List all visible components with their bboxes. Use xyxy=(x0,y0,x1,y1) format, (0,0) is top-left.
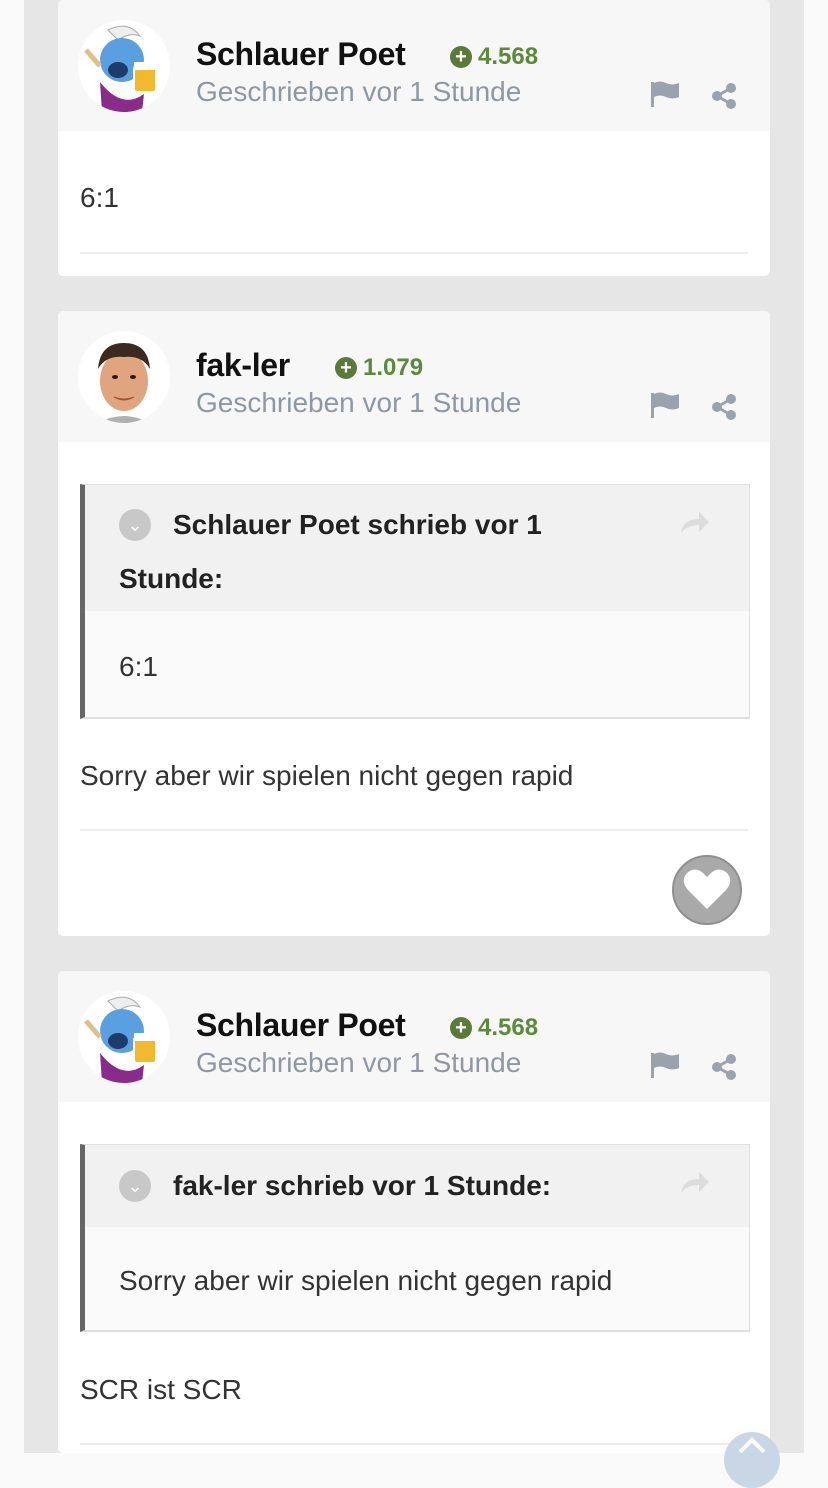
flag-icon[interactable] xyxy=(650,1051,680,1079)
share-arrow-icon[interactable] xyxy=(679,509,711,535)
plus-circle-icon: + xyxy=(335,357,357,379)
quote-text: Sorry aber wir spielen nicht gegen rapid xyxy=(119,1265,613,1296)
post-date[interactable]: Geschrieben vor 1 Stunde xyxy=(196,76,521,108)
post-date[interactable]: Geschrieben vor 1 Stunde xyxy=(196,387,521,419)
chevron-up-icon xyxy=(738,1437,766,1454)
flag-icon[interactable] xyxy=(650,391,680,419)
post-header: fak-ler + 1.079 Geschrieben vor 1 Stunde xyxy=(58,311,770,442)
quote-header: ⌄ fak-ler schrieb vor 1 Stunde: xyxy=(85,1145,749,1227)
plus-circle-icon: + xyxy=(450,1017,472,1039)
flag-icon[interactable] xyxy=(650,80,680,108)
quote-block: ⌄ fak-ler schrieb vor 1 Stunde: Sorry ab… xyxy=(80,1144,750,1332)
reputation-badge: + 1.079 xyxy=(335,354,423,382)
share-icon[interactable] xyxy=(710,1053,738,1081)
post-date[interactable]: Geschrieben vor 1 Stunde xyxy=(196,1047,521,1079)
author-name[interactable]: Schlauer Poet xyxy=(196,36,406,73)
avatar-smurf[interactable] xyxy=(78,20,170,112)
post-1: Schlauer Poet + 4.568 Geschrieben vor 1 … xyxy=(58,0,770,276)
post-divider xyxy=(80,1443,748,1445)
post-content: Sorry aber wir spielen nicht gegen rapid xyxy=(80,760,574,791)
avatar-smurf[interactable] xyxy=(78,991,170,1083)
quote-title[interactable]: fak-ler schrieb vor 1 Stunde: xyxy=(173,1158,551,1214)
post-divider xyxy=(80,252,748,254)
share-arrow-icon[interactable] xyxy=(679,1169,711,1195)
quote-title-continued[interactable]: Stunde: xyxy=(119,551,223,607)
author-name[interactable]: fak-ler xyxy=(196,347,290,384)
post-2: fak-ler + 1.079 Geschrieben vor 1 Stunde… xyxy=(58,311,770,936)
post-divider xyxy=(80,829,748,831)
like-button[interactable] xyxy=(672,855,742,925)
avatar-photo[interactable] xyxy=(78,331,170,423)
chevron-down-icon[interactable]: ⌄ xyxy=(119,509,151,541)
post-content: 6:1 xyxy=(80,182,119,213)
quote-block: ⌄ Schlauer Poet schrieb vor 1 Stunde: 6:… xyxy=(80,484,750,719)
post-header: Schlauer Poet + 4.568 Geschrieben vor 1 … xyxy=(58,971,770,1102)
quote-text: 6:1 xyxy=(119,651,158,682)
quote-title[interactable]: Schlauer Poet schrieb vor 1 xyxy=(173,497,542,553)
post-content: SCR ist SCR xyxy=(80,1374,242,1405)
heart-icon xyxy=(683,869,731,909)
reputation-value: 1.079 xyxy=(363,354,424,381)
plus-circle-icon: + xyxy=(450,46,472,68)
reputation-value: 4.568 xyxy=(478,1014,539,1041)
quote-header: ⌄ Schlauer Poet schrieb vor 1 Stunde: xyxy=(85,485,749,611)
reputation-badge: + 4.568 xyxy=(450,1014,538,1042)
share-icon[interactable] xyxy=(710,393,738,421)
share-icon[interactable] xyxy=(710,82,738,110)
reputation-badge: + 4.568 xyxy=(450,43,538,71)
scroll-to-top-button[interactable] xyxy=(724,1432,780,1488)
chevron-down-icon[interactable]: ⌄ xyxy=(119,1170,151,1202)
reputation-value: 4.568 xyxy=(478,43,539,70)
post-3: Schlauer Poet + 4.568 Geschrieben vor 1 … xyxy=(58,971,770,1453)
post-header: Schlauer Poet + 4.568 Geschrieben vor 1 … xyxy=(58,0,770,131)
author-name[interactable]: Schlauer Poet xyxy=(196,1007,406,1044)
